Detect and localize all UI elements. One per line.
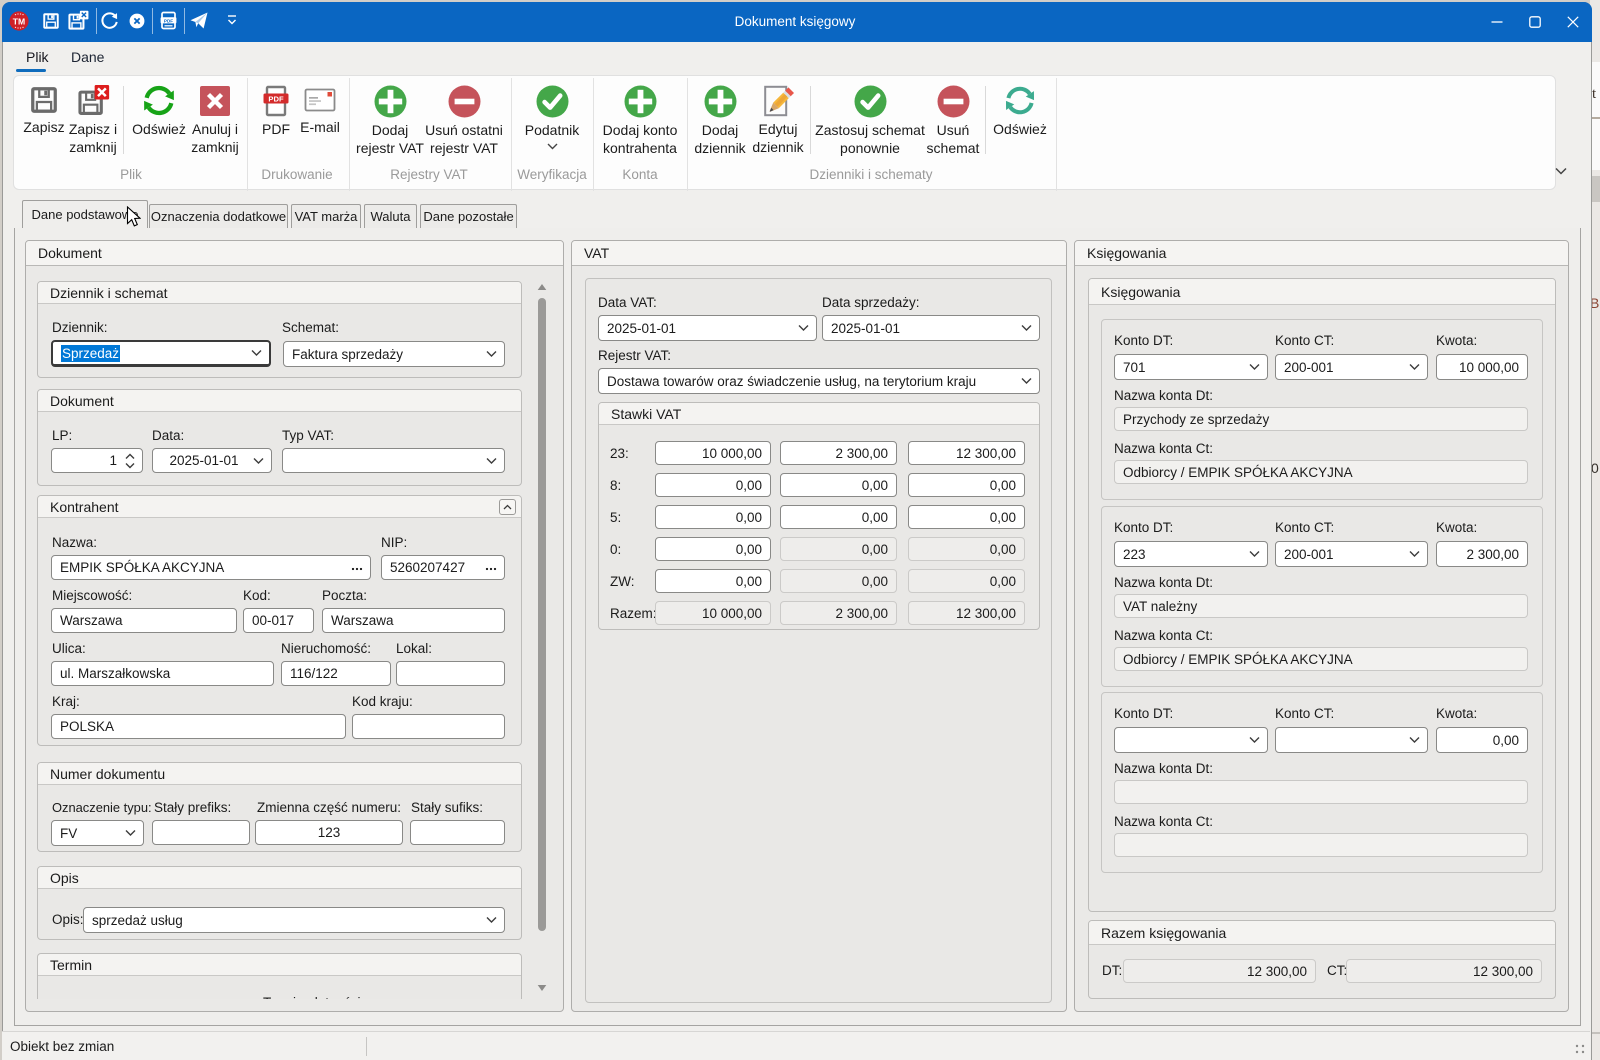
svg-text:PDF: PDF: [268, 95, 284, 104]
svg-text:PDF: PDF: [164, 18, 173, 23]
svg-text:TM: TM: [13, 16, 25, 26]
